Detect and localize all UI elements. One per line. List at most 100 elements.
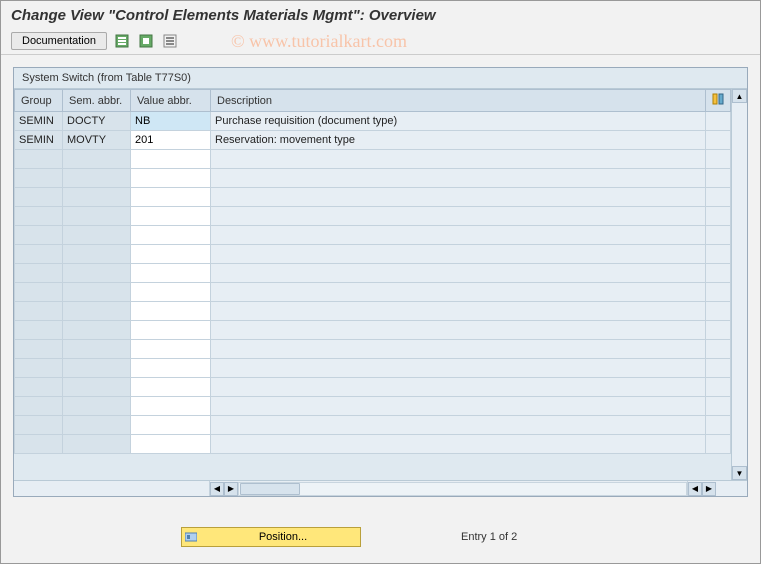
scroll-down-icon[interactable]: ▼ (732, 466, 747, 480)
value-input[interactable] (131, 321, 210, 339)
cell-empty (706, 226, 731, 245)
hscroll-thumb[interactable] (240, 483, 300, 495)
configure-columns-icon[interactable] (706, 90, 731, 112)
table-row[interactable] (15, 283, 731, 302)
select-all-icon[interactable] (161, 32, 179, 50)
value-input[interactable] (131, 112, 210, 130)
horizontal-scrollbar-row: ◀ ▶ ◀ ▶ (14, 480, 747, 496)
cell-empty (706, 340, 731, 359)
cell-desc (211, 245, 706, 264)
hscroll-right-icon[interactable]: ▶ (224, 482, 238, 496)
collapse-all-icon[interactable] (137, 32, 155, 50)
table-row[interactable] (15, 264, 731, 283)
table-row[interactable]: SEMINMOVTYReservation: movement type (15, 131, 731, 150)
table-header-row: Group Sem. abbr. Value abbr. Description (15, 90, 731, 112)
table-row[interactable] (15, 321, 731, 340)
table-row[interactable] (15, 416, 731, 435)
vertical-scrollbar[interactable]: ▲ ▼ (731, 89, 747, 480)
grid-panel: System Switch (from Table T77S0) Group S… (13, 67, 748, 497)
cell-value[interactable] (131, 321, 211, 340)
cell-sem: DOCTY (63, 112, 131, 131)
value-input[interactable] (131, 226, 210, 244)
cell-value[interactable] (131, 264, 211, 283)
position-icon (184, 530, 198, 544)
scroll-up-icon[interactable]: ▲ (732, 89, 747, 103)
cell-empty (706, 188, 731, 207)
cell-group (15, 321, 63, 340)
cell-value[interactable] (131, 131, 211, 150)
cell-group (15, 264, 63, 283)
value-input[interactable] (131, 131, 210, 149)
cell-group (15, 169, 63, 188)
cell-value[interactable] (131, 207, 211, 226)
table-row[interactable]: SEMINDOCTYPurchase requisition (document… (15, 112, 731, 131)
value-input[interactable] (131, 340, 210, 358)
cell-empty (706, 264, 731, 283)
cell-value[interactable] (131, 283, 211, 302)
cell-sem (63, 169, 131, 188)
cell-desc (211, 435, 706, 454)
col-header-value[interactable]: Value abbr. (131, 90, 211, 112)
table-row[interactable] (15, 359, 731, 378)
table-row[interactable] (15, 169, 731, 188)
cell-value[interactable] (131, 245, 211, 264)
col-header-sem[interactable]: Sem. abbr. (63, 90, 131, 112)
table-row[interactable] (15, 226, 731, 245)
cell-value[interactable] (131, 340, 211, 359)
value-input[interactable] (131, 169, 210, 187)
expand-all-icon[interactable] (113, 32, 131, 50)
documentation-button[interactable]: Documentation (11, 32, 107, 50)
table-row[interactable] (15, 188, 731, 207)
cell-desc (211, 207, 706, 226)
col-header-group[interactable]: Group (15, 90, 63, 112)
value-input[interactable] (131, 264, 210, 282)
app-window: Change View "Control Elements Materials … (0, 0, 761, 564)
cell-value[interactable] (131, 226, 211, 245)
hscroll-left-icon[interactable]: ◀ (210, 482, 224, 496)
hscroll2-left-icon[interactable]: ◀ (688, 482, 702, 496)
cell-value[interactable] (131, 378, 211, 397)
table-row[interactable] (15, 302, 731, 321)
table-row[interactable] (15, 207, 731, 226)
cell-value[interactable] (131, 397, 211, 416)
table-row[interactable] (15, 378, 731, 397)
cell-desc (211, 302, 706, 321)
table-row[interactable] (15, 340, 731, 359)
cell-value[interactable] (131, 150, 211, 169)
hscroll2-right-icon[interactable]: ▶ (702, 482, 716, 496)
cell-desc (211, 150, 706, 169)
value-input[interactable] (131, 435, 210, 453)
value-input[interactable] (131, 302, 210, 320)
col-header-desc[interactable]: Description (211, 90, 706, 112)
cell-sem (63, 359, 131, 378)
value-input[interactable] (131, 207, 210, 225)
value-input[interactable] (131, 378, 210, 396)
cell-desc (211, 226, 706, 245)
value-input[interactable] (131, 283, 210, 301)
cell-sem (63, 321, 131, 340)
cell-group (15, 397, 63, 416)
cell-value[interactable] (131, 359, 211, 378)
value-input[interactable] (131, 245, 210, 263)
cell-value[interactable] (131, 112, 211, 131)
cell-group (15, 435, 63, 454)
cell-group: SEMIN (15, 112, 63, 131)
value-input[interactable] (131, 359, 210, 377)
cell-empty (706, 207, 731, 226)
cell-value[interactable] (131, 302, 211, 321)
table-row[interactable] (15, 397, 731, 416)
cell-value[interactable] (131, 435, 211, 454)
cell-value[interactable] (131, 169, 211, 188)
value-input[interactable] (131, 397, 210, 415)
hscroll-track[interactable] (238, 482, 687, 496)
position-button[interactable]: Position... (181, 527, 361, 547)
table-row[interactable] (15, 435, 731, 454)
cell-sem (63, 188, 131, 207)
value-input[interactable] (131, 188, 210, 206)
cell-value[interactable] (131, 188, 211, 207)
table-row[interactable] (15, 150, 731, 169)
value-input[interactable] (131, 150, 210, 168)
table-row[interactable] (15, 245, 731, 264)
value-input[interactable] (131, 416, 210, 434)
cell-value[interactable] (131, 416, 211, 435)
